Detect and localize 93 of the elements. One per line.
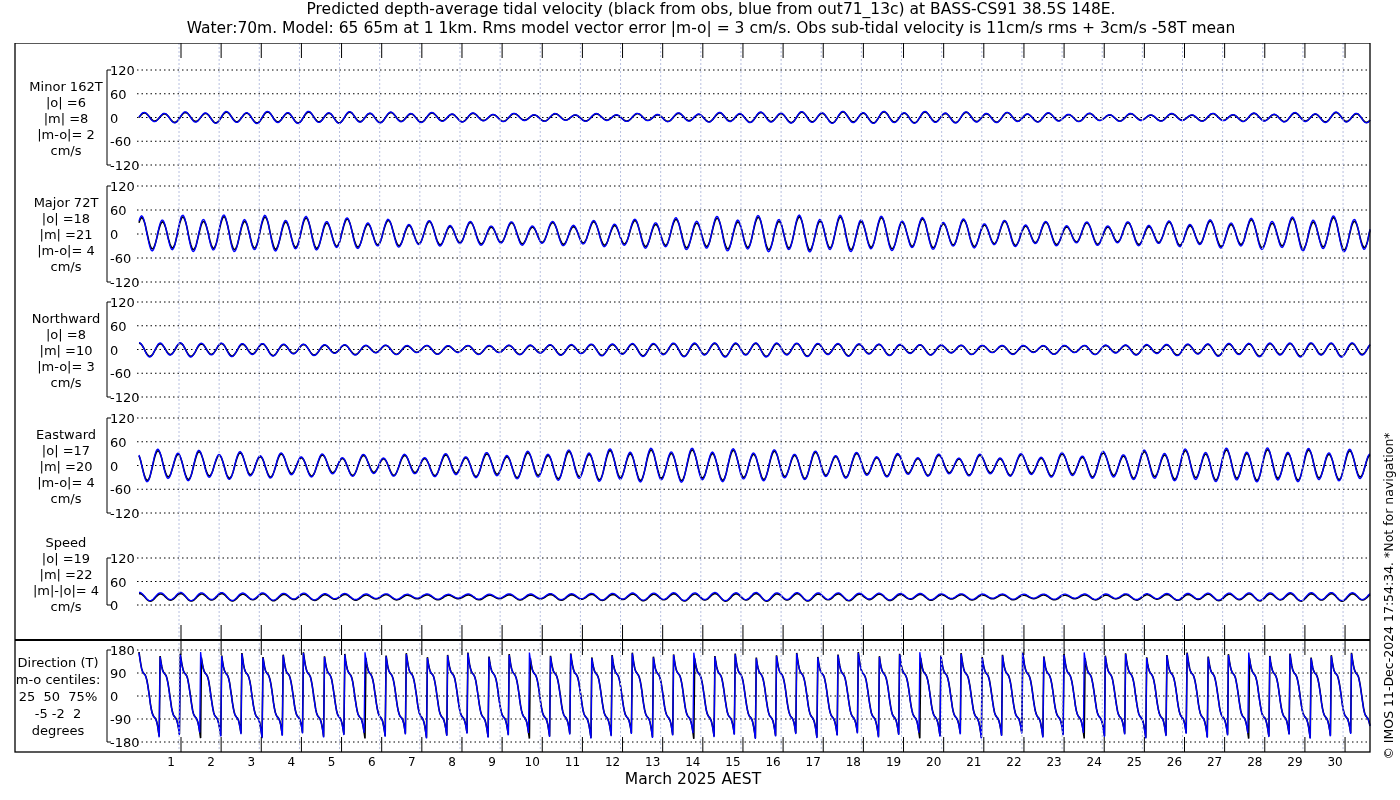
tick-label: 120 — [110, 551, 135, 566]
tick-label: 120 — [110, 63, 135, 78]
panel-label: |m-o|= 4 — [37, 474, 95, 490]
tick-label: 0 — [110, 342, 119, 358]
panel-label: |m| =21 — [39, 227, 93, 242]
panel-label: |m-o|= 2 — [37, 126, 95, 142]
axis-title: March 2025 AEST — [624, 770, 762, 788]
chart-title: Predicted depth-average tidal velocity (black from obs, blue from out71_13c) at BASS-CS91 38.5S 148E. — [306, 0, 1116, 19]
tick-label: 28 — [1247, 755, 1263, 769]
panel-label: Northward — [31, 310, 101, 326]
tick-label: 120 — [110, 411, 135, 426]
tick-label: 16 — [765, 755, 781, 769]
panel-label: Major 72T — [33, 195, 99, 210]
tick-label: 6 — [367, 755, 376, 769]
tick-label: 2 — [207, 755, 215, 769]
tick-label: -120 — [110, 275, 140, 290]
tick-label: 0 — [110, 598, 119, 613]
panel-label: |o| =17 — [41, 442, 91, 458]
tick-label: -120 — [110, 158, 140, 173]
panel-label: cm/s — [50, 374, 82, 390]
panel-label: cm/s — [50, 490, 82, 506]
tick-label: 15 — [725, 755, 741, 769]
panel-label: |m|-|o|= 4 — [32, 582, 100, 598]
panel-label: |m| =8 — [43, 110, 89, 126]
tick-label: 26 — [1166, 755, 1183, 769]
tick-label: 5 — [327, 755, 336, 769]
tick-label: 3 — [247, 755, 256, 769]
tick-label: 23 — [1046, 755, 1062, 769]
tick-label: 60 — [110, 574, 127, 590]
tick-label: 60 — [110, 318, 127, 334]
panel-label: |m-o|= 3 — [37, 358, 95, 374]
tick-label: 25 — [1126, 755, 1142, 769]
panel-label: Speed — [45, 534, 87, 550]
tick-label: 60 — [110, 434, 127, 450]
panel-label: 25 50 75% — [18, 689, 98, 704]
panel-label: |m| =22 — [39, 566, 93, 582]
tick-label: -120 — [110, 390, 140, 405]
panel-label: |o| =19 — [41, 550, 91, 566]
tick-label: 29 — [1287, 755, 1303, 769]
tick-label: -60 — [110, 482, 132, 498]
tick-label: -180 — [110, 735, 140, 750]
tick-label: -60 — [110, 251, 132, 266]
tick-label: -90 — [110, 712, 132, 727]
panel-label: |m-o|= 4 — [37, 243, 95, 258]
tick-label: 14 — [685, 755, 701, 769]
tick-label: -60 — [110, 134, 132, 150]
tick-label: 12 — [604, 755, 621, 769]
tick-label: 17 — [805, 755, 821, 769]
panel-label: cm/s — [50, 259, 82, 274]
credit-text: © IMOS 11-Dec-2024 17:54:34. *Not for navigation* — [1381, 432, 1396, 760]
tick-label: 10 — [524, 755, 540, 769]
tick-label: 11 — [564, 755, 581, 769]
panel-label: Eastward — [36, 426, 96, 442]
tick-label: 60 — [110, 203, 127, 218]
panel-label: Direction (T) — [17, 655, 99, 670]
tick-label: 1 — [167, 755, 175, 769]
tick-label: 22 — [1006, 755, 1022, 769]
tick-label: 0 — [110, 689, 119, 704]
panel-label: |m| =20 — [39, 458, 93, 474]
chart-title: Water:70m. Model: 65 65m at 1 1km. Rms model vector error |m-o| = 3 cm/s. Obs sub-tidal velocity is 11cm/s rms + 3cm/s -58T mean — [186, 19, 1236, 38]
panel-label: Minor 162T — [29, 78, 103, 94]
tick-label: 9 — [488, 755, 496, 769]
tick-label: 7 — [408, 755, 416, 769]
tick-label: 8 — [448, 755, 456, 769]
tick-label: -120 — [110, 506, 140, 521]
tick-label: 27 — [1207, 755, 1223, 769]
tick-label: 4 — [287, 755, 296, 769]
panel-label: cm/s — [50, 142, 82, 158]
panel-label: m-o centiles: — [15, 672, 101, 687]
tick-label: 24 — [1086, 755, 1102, 769]
tick-label: -60 — [110, 366, 132, 382]
panel-label: |o| =6 — [46, 94, 86, 110]
panel-label: cm/s — [50, 598, 82, 614]
tick-label: 0 — [110, 227, 119, 242]
tick-label: 60 — [110, 86, 127, 102]
tick-label: 30 — [1327, 755, 1343, 769]
tick-label: 18 — [845, 755, 861, 769]
tick-label: 180 — [110, 643, 135, 658]
tick-label: 0 — [110, 110, 119, 126]
panel-label: degrees — [31, 723, 85, 738]
panel-label: |o| =18 — [41, 211, 91, 226]
tick-label: 20 — [926, 755, 942, 769]
tick-label: 21 — [966, 755, 982, 769]
tick-label: 19 — [885, 755, 902, 769]
tick-label: 13 — [645, 755, 661, 769]
tick-label: 0 — [110, 458, 119, 474]
tick-label: 90 — [110, 666, 127, 681]
y-axis — [106, 557, 112, 606]
tick-label: 120 — [110, 295, 135, 310]
panel-label: |m| =10 — [39, 342, 93, 358]
panel-label: -5 -2 2 — [34, 706, 82, 721]
panel-label: |o| =8 — [46, 326, 86, 342]
tick-label: 120 — [110, 179, 135, 194]
